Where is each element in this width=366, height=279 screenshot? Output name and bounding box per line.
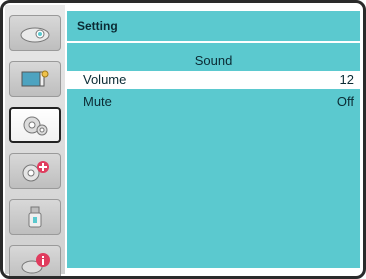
projector-osd-window: Setting Sound Volume 12 Mute Off bbox=[0, 0, 366, 279]
category-sidebar bbox=[5, 5, 65, 276]
title-divider bbox=[67, 41, 360, 43]
menu-row-volume[interactable]: Volume 12 bbox=[67, 71, 360, 89]
menu-row-label: Volume bbox=[83, 72, 127, 87]
menu-row-value: 12 bbox=[339, 72, 354, 87]
image-adjust-icon bbox=[21, 70, 49, 87]
input-icon bbox=[20, 27, 50, 43]
menu-panel: Setting Sound Volume 12 Mute Off bbox=[67, 11, 360, 268]
setting-gear-icon bbox=[23, 116, 48, 136]
submenu-title: Sound bbox=[194, 53, 233, 68]
menu-title: Setting bbox=[77, 19, 118, 33]
info-icon bbox=[21, 253, 50, 274]
menu-row-label: Mute bbox=[83, 94, 112, 109]
sidebar-item-image[interactable] bbox=[9, 61, 61, 97]
sidebar-item-expand[interactable] bbox=[9, 153, 61, 189]
usb-memory-icon bbox=[28, 206, 42, 228]
sidebar-item-input[interactable] bbox=[9, 15, 61, 51]
sidebar-item-info[interactable] bbox=[9, 245, 61, 276]
menu-row-value: Off bbox=[336, 94, 354, 109]
sidebar-item-usb[interactable] bbox=[9, 199, 61, 235]
sidebar-item-setting[interactable] bbox=[9, 107, 61, 143]
expand-gears-icon bbox=[22, 161, 49, 182]
menu-row-mute[interactable]: Mute Off bbox=[67, 93, 360, 111]
